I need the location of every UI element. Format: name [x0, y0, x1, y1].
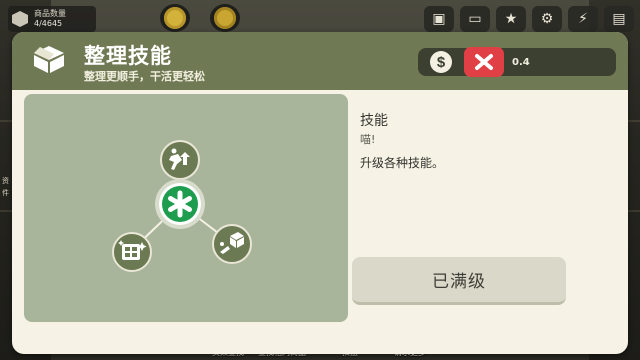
- top-right-toolbar: ▣ ▭ ★ ⚙ ⚡ ▤: [424, 6, 634, 32]
- item-count-box: 商品数量 4/4645: [8, 6, 96, 32]
- dialog-header: 整理技能 整理更顺手，干活更轻松 $ 0.4: [12, 32, 628, 90]
- close-icon: [475, 54, 493, 70]
- close-button[interactable]: [464, 47, 504, 77]
- skill-tree-panel: [24, 94, 348, 322]
- couch-icon[interactable]: ▭: [460, 6, 490, 32]
- skill-node-cabinet[interactable]: [112, 232, 152, 272]
- item-count-value: 4/4645: [34, 19, 63, 28]
- skill-title: 技能: [360, 113, 388, 129]
- dollar-icon: $: [430, 51, 452, 73]
- star-icon[interactable]: ★: [496, 6, 526, 32]
- side-text: 件: [2, 189, 9, 197]
- dialog-title: 整理技能: [84, 44, 172, 68]
- stopwatch-icon: [214, 7, 236, 29]
- skill-subtitle: 喵!: [360, 133, 376, 146]
- save-icon[interactable]: ▤: [604, 6, 634, 32]
- top-hud: 商品数量 4/4645 ▣ ▭ ★ ⚙ ⚡ ▤: [0, 0, 640, 34]
- coin-icon: [164, 7, 186, 29]
- lightning-icon[interactable]: ⚡: [568, 6, 598, 32]
- skill-tree-graph: [112, 140, 252, 272]
- skill-node-running-boost[interactable]: [160, 140, 200, 180]
- item-count-label: 商品数量: [34, 9, 66, 18]
- max-level-button[interactable]: 已满级: [352, 257, 566, 305]
- package-icon: [12, 11, 28, 27]
- box-icon[interactable]: ▣: [424, 6, 454, 32]
- skill-description: 升级各种技能。: [360, 156, 445, 170]
- timer-button[interactable]: [210, 4, 240, 32]
- skill-node-center[interactable]: [155, 179, 205, 229]
- currency-display: $ 0.4: [418, 47, 616, 77]
- coin-stack-button[interactable]: [160, 4, 190, 32]
- dialog-subtitle: 整理更顺手，干活更轻松: [84, 70, 205, 83]
- currency-value: 0.4: [512, 56, 530, 68]
- skills-dialog: 整理技能 整理更顺手，干活更轻松 $ 0.4 技能 喵! 升级各种技能。 已满级: [12, 32, 628, 354]
- side-text: 资: [2, 177, 9, 185]
- skill-node-toss-box[interactable]: [212, 224, 252, 264]
- box-icon: [34, 46, 64, 73]
- gear-icon[interactable]: ⚙: [532, 6, 562, 32]
